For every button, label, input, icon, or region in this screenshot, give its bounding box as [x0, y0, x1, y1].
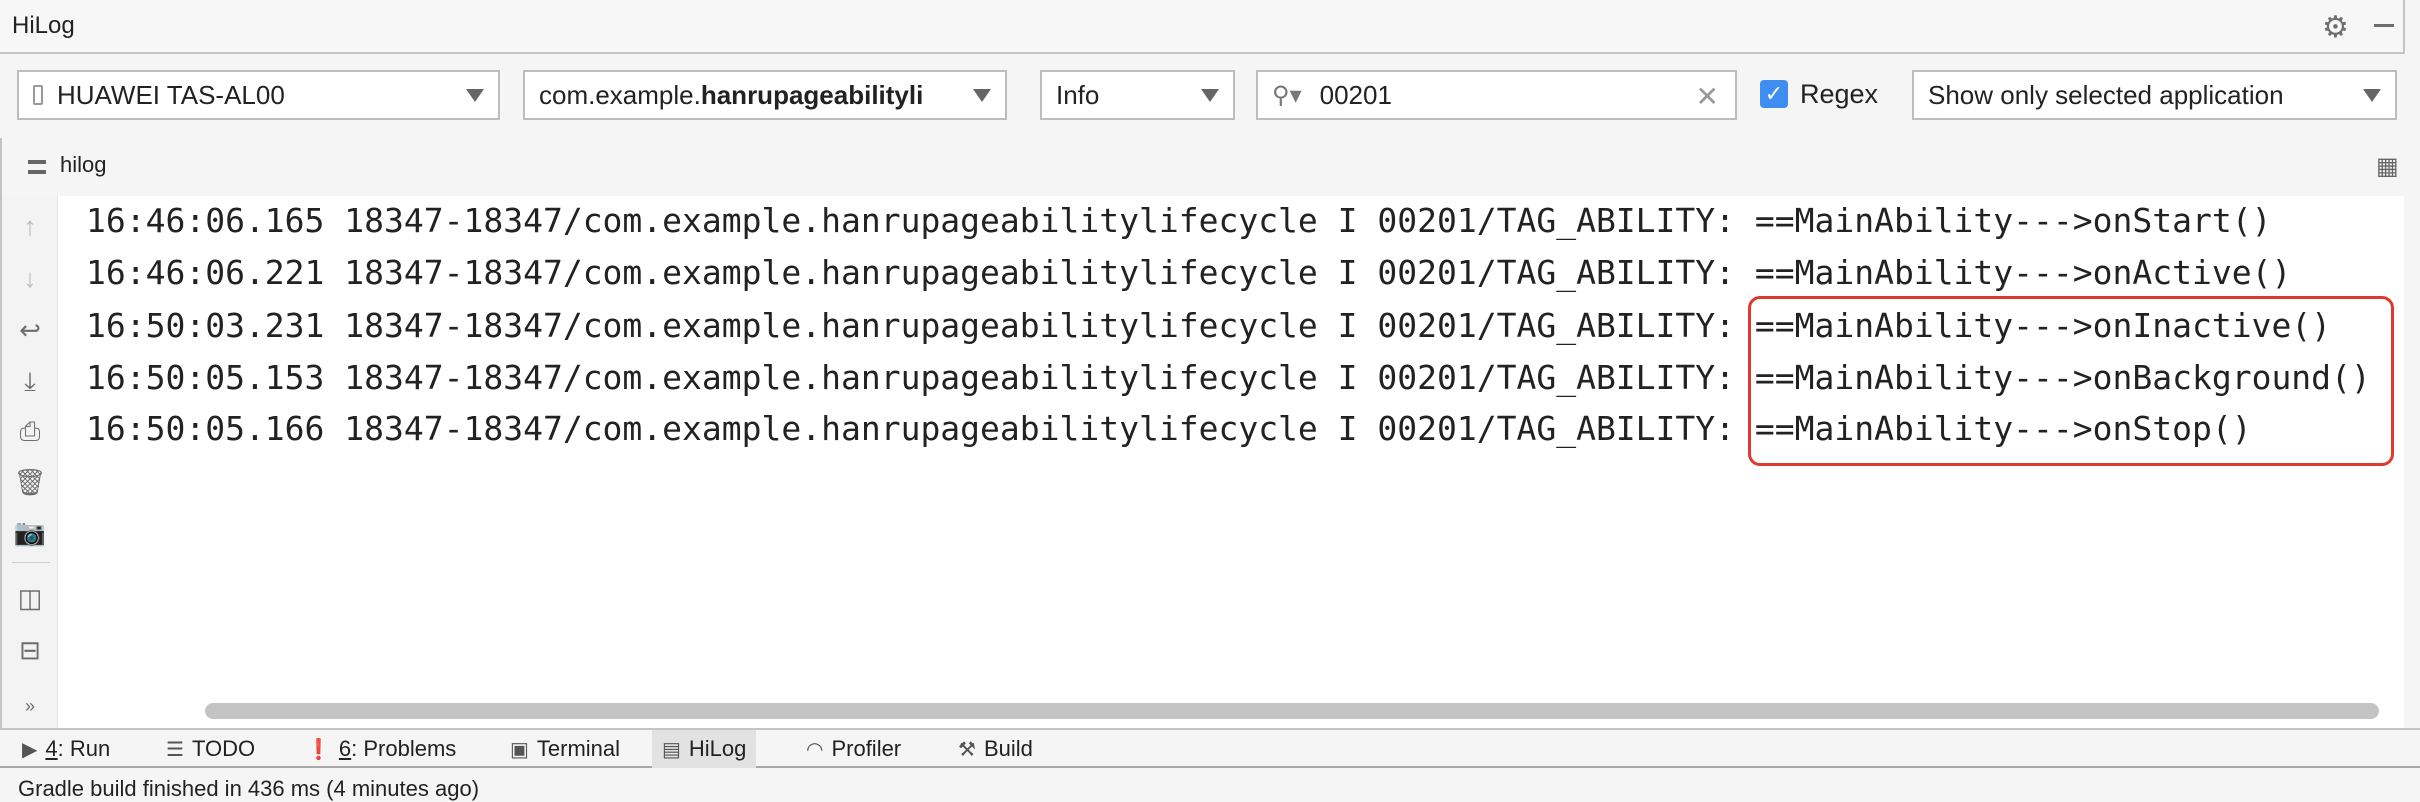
hammer-icon: ⚒: [958, 738, 976, 761]
log-sidebar: ↑ ↓ ↩ ⤓ ⎙ 🗑 📷 ◫ ⊟ »: [0, 196, 58, 728]
horizontal-scrollbar[interactable]: [205, 703, 2379, 719]
warning-icon: ❗: [306, 738, 331, 761]
chevron-down-icon: [2363, 89, 2381, 102]
status-bar-text: Gradle build finished in 436 ms (4 minut…: [18, 776, 480, 801]
soft-wrap-icon[interactable]: ↩: [14, 314, 46, 346]
search-value: 00201: [1319, 79, 1392, 110]
device-value: HUAWEI TAS-AL00: [57, 79, 285, 110]
chevron-down-icon: [973, 89, 991, 102]
title-bar: HiLog ⚙: [0, 0, 2405, 54]
device-select[interactable]: HUAWEI TAS-AL00: [17, 70, 500, 120]
tab-run[interactable]: ▶ 4: Run: [12, 730, 120, 768]
chevron-down-icon: [466, 89, 484, 102]
tab-profiler[interactable]: ◠ Profiler: [796, 730, 911, 768]
log-header-label: hilog: [60, 152, 107, 177]
log-line: 16:46:06.165 18347-18347/com.example.han…: [86, 201, 2272, 240]
scroll-to-end-icon[interactable]: ⤓: [14, 366, 46, 398]
filter-value: Show only selected application: [1928, 79, 2284, 110]
tab-build[interactable]: ⚒ Build: [948, 730, 1043, 768]
tab-terminal[interactable]: ▣ Terminal: [500, 730, 630, 768]
window-title: HiLog: [12, 12, 75, 39]
run-icon: ▶: [22, 738, 38, 761]
app-name: hanrupageabilityli: [700, 79, 924, 110]
app-prefix: com.example.: [539, 79, 701, 110]
more-icon[interactable]: »: [14, 690, 46, 722]
minimize-icon[interactable]: [2374, 24, 2394, 27]
level-select[interactable]: Info: [1040, 70, 1235, 120]
highlight-box: [1748, 296, 2394, 466]
hilog-icon: ▤: [662, 738, 681, 761]
up-arrow-icon[interactable]: ↑: [14, 210, 46, 242]
filter-select[interactable]: Show only selected application: [1912, 70, 2397, 120]
regex-checkbox[interactable]: ✓: [1760, 80, 1788, 108]
level-value: Info: [1056, 79, 1100, 110]
profiler-icon: ◠: [806, 738, 824, 761]
app-select[interactable]: com.example. hanrupageabilityli: [523, 70, 1007, 120]
print-icon[interactable]: ⎙: [14, 416, 46, 448]
search-icon: ⚲▾: [1272, 81, 1302, 109]
log-header: hilog ▦: [0, 138, 2405, 196]
tab-hilog[interactable]: ▤ HiLog: [652, 730, 757, 768]
search-input[interactable]: ⚲▾ 00201 ✕: [1256, 70, 1737, 120]
regex-label: Regex: [1800, 79, 1879, 109]
divider: [12, 562, 50, 563]
chevron-down-icon: [1201, 89, 1219, 102]
split-horizontal-icon[interactable]: ⊟: [14, 634, 46, 666]
tab-todo[interactable]: ☰ TODO: [156, 730, 265, 768]
tab-problems[interactable]: ❗ 6: Problems: [296, 730, 466, 768]
clear-icon[interactable]: ✕: [1696, 80, 1719, 113]
tool-window-bar: ▶ 4: Run ☰ TODO ❗ 6: Problems ▣ Terminal ▤ Hi…: [0, 728, 2420, 768]
phone-icon: [33, 85, 43, 105]
terminal-icon: ▣: [510, 738, 529, 761]
list-icon: [28, 160, 46, 174]
list-icon: ☰: [166, 738, 184, 761]
split-vertical-icon[interactable]: ◫: [14, 582, 46, 614]
log-line: 16:46:06.221 18347-18347/com.example.han…: [86, 253, 2292, 292]
trash-icon[interactable]: 🗑: [14, 466, 47, 498]
camera-icon[interactable]: 📷: [14, 516, 46, 548]
gear-icon[interactable]: ⚙: [2322, 10, 2349, 45]
layout-icon[interactable]: ▦: [2376, 152, 2399, 181]
down-arrow-icon[interactable]: ↓: [14, 262, 46, 294]
